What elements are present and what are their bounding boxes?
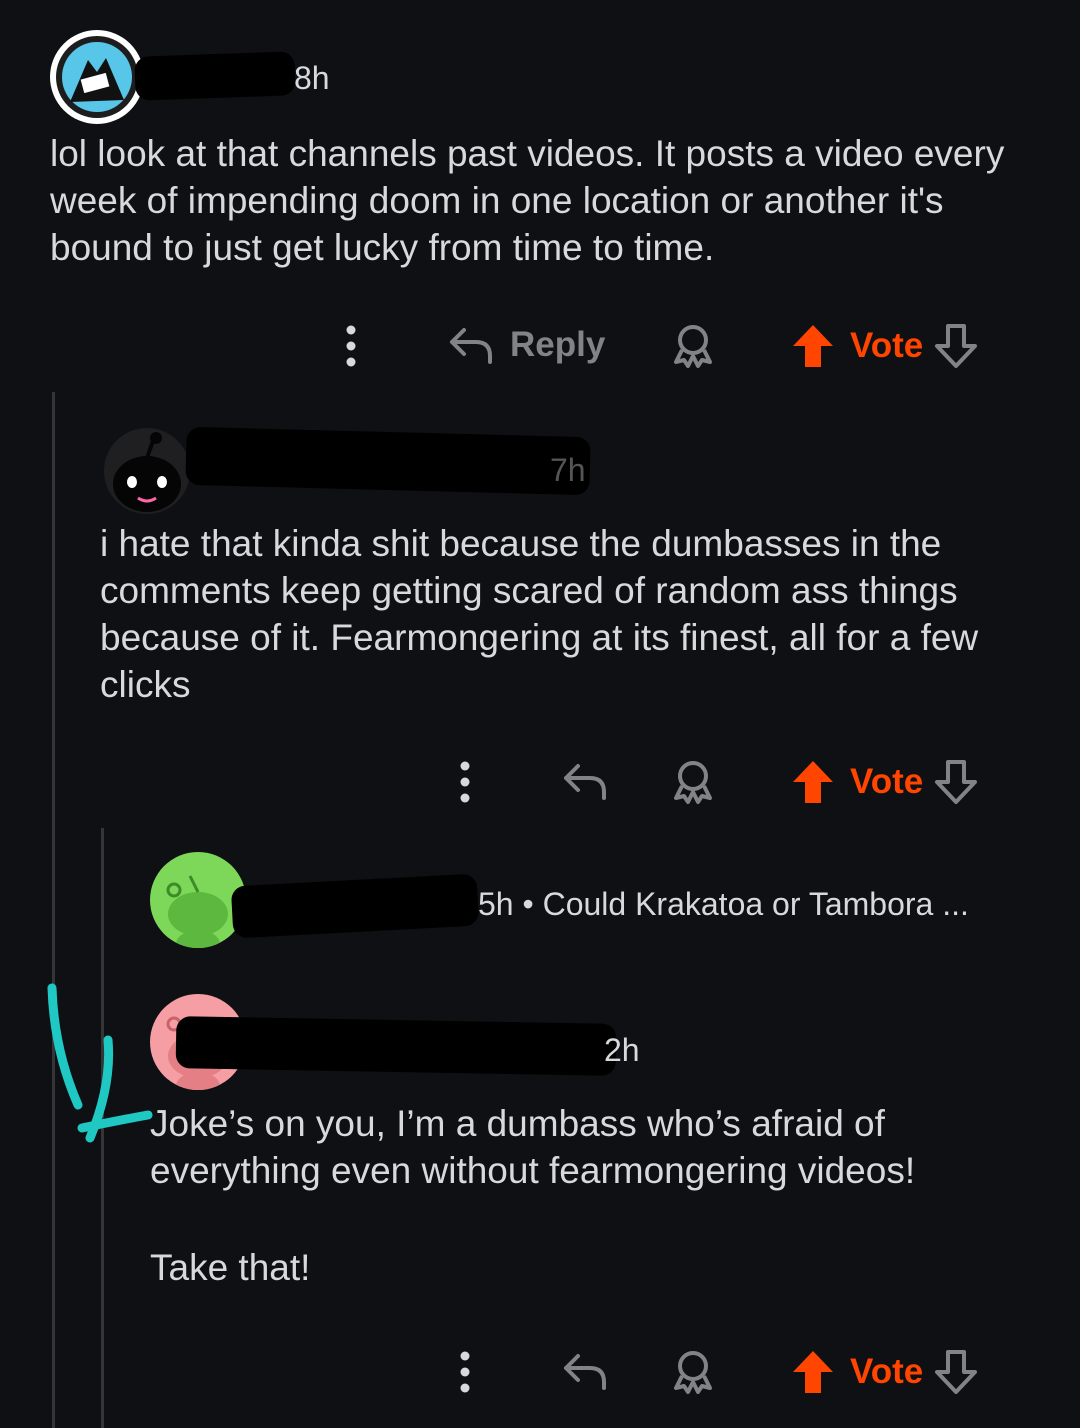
avatar[interactable] <box>50 30 144 124</box>
more-button[interactable] <box>450 758 480 806</box>
more-icon <box>460 1351 470 1393</box>
more-button[interactable] <box>336 322 366 370</box>
username-redaction <box>230 873 480 939</box>
vote-count: Vote <box>850 762 924 801</box>
reply-icon <box>564 1354 606 1390</box>
comment-body: lol look at that channels past videos. I… <box>50 133 1005 268</box>
upvote-icon[interactable] <box>790 1348 836 1396</box>
comment-body: Joke’s on you, I’m a dumbass who’s afrai… <box>150 1100 1050 1194</box>
award-icon <box>674 761 712 804</box>
reply-icon <box>450 328 492 364</box>
username-redaction <box>185 426 591 496</box>
reply-button[interactable] <box>560 758 610 804</box>
award-button[interactable] <box>668 758 718 806</box>
comment-body-line: Joke’s on you, I’m a dumbass who’s afrai… <box>150 1103 885 1144</box>
award-button[interactable] <box>668 322 718 370</box>
vote-group: Vote <box>790 1348 979 1396</box>
upvote-icon[interactable] <box>790 758 836 806</box>
vote-group: Vote <box>790 322 979 370</box>
vote-count: Vote <box>850 1352 924 1391</box>
avatar[interactable] <box>104 428 190 514</box>
username-redaction <box>175 1016 617 1076</box>
reply-icon <box>564 764 606 800</box>
vote-group: Vote <box>790 758 979 806</box>
annotation-arrow-icon <box>47 983 153 1143</box>
comment-body-line: everything even without fearmongering vi… <box>150 1150 916 1191</box>
vote-count: Vote <box>850 326 924 365</box>
comment-3-collapsed[interactable]: 5h • Could Krakatoa or Tambora ... <box>0 840 1080 960</box>
downvote-icon[interactable] <box>933 1348 979 1396</box>
comment-body: i hate that kinda shit because the dumba… <box>100 523 979 705</box>
comment-4: 2h Joke’s on you, I’m a dumbass who’s af… <box>0 990 1080 1428</box>
more-icon <box>460 761 470 803</box>
comment-time: 2h <box>604 1032 640 1068</box>
more-button[interactable] <box>450 1348 480 1396</box>
comment-body-2: Take that! <box>150 1247 311 1288</box>
reply-label: Reply <box>510 325 606 364</box>
reply-button[interactable] <box>560 1348 610 1394</box>
award-icon <box>674 1351 712 1394</box>
award-button[interactable] <box>668 1348 718 1396</box>
username-redaction <box>134 51 296 101</box>
collapsed-preview: 5h • Could Krakatoa or Tambora ... <box>478 886 969 922</box>
more-icon <box>346 325 356 367</box>
downvote-icon[interactable] <box>933 758 979 806</box>
downvote-icon[interactable] <box>933 322 979 370</box>
reply-button[interactable]: Reply <box>446 322 605 368</box>
comment-1: 8h lol look at that channels past videos… <box>0 0 1080 392</box>
comment-time: 7h <box>550 452 586 488</box>
upvote-icon[interactable] <box>790 322 836 370</box>
comment-2: 7h i hate that kinda shit because the du… <box>0 392 1080 832</box>
award-icon <box>674 325 712 368</box>
comment-time: 8h <box>294 60 330 96</box>
